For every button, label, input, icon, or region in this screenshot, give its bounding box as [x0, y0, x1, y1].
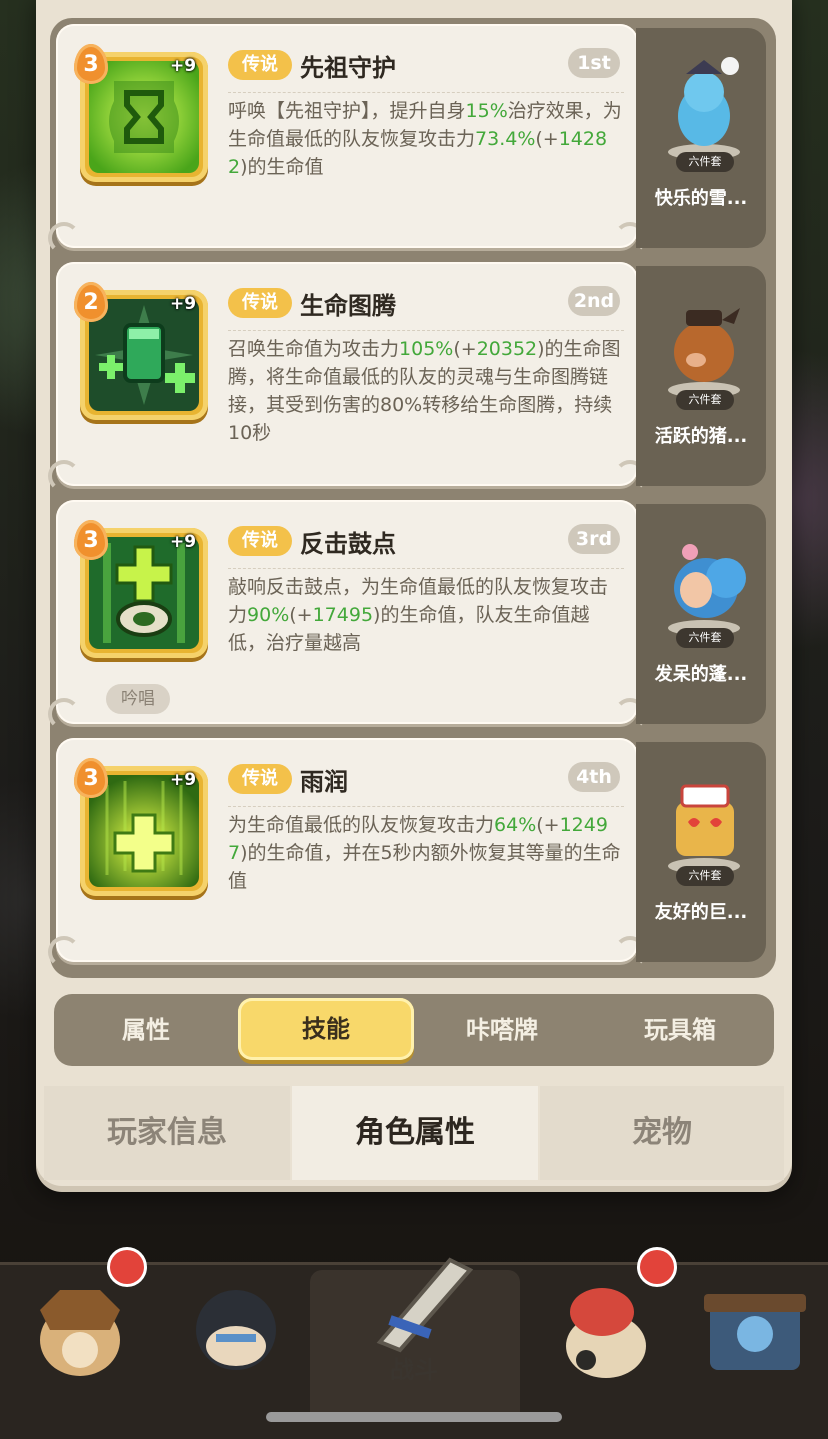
- star-rank-badge: 3: [74, 758, 108, 798]
- desc-highlight: 20352: [476, 338, 538, 360]
- enhance-level: +9: [170, 294, 197, 314]
- pet-name: 发呆的蓬...: [654, 664, 748, 685]
- skill-card[interactable]: 3 +9 传说 先祖守护 1st 呼唤【先祖守护】，提升自身15%治疗效果，为生…: [48, 24, 646, 254]
- skill-description: 为生命值最低的队友恢复攻击力64%(+12497)的生命值，并在5秒内额外恢复其…: [228, 806, 624, 895]
- rarity-tag: 传说: [228, 764, 292, 794]
- tab-pets[interactable]: 宠物: [540, 1086, 784, 1180]
- pet-slot[interactable]: 六件套 活跃的猪...: [636, 266, 766, 486]
- pet-name: 友好的巨...: [654, 902, 748, 923]
- rarity-tag: 传说: [228, 526, 292, 556]
- desc-text: (+: [289, 604, 313, 626]
- skill-card[interactable]: 3 +9 传说 雨润 4th 为生命值最低的队友恢复攻击力64%(+12497)…: [48, 738, 646, 968]
- skill-name: 生命图腾: [300, 292, 396, 320]
- tab-skills[interactable]: 技能: [238, 998, 414, 1060]
- skill-description: 呼唤【先祖守护】，提升自身15%治疗效果，为生命值最低的队友恢复攻击力73.4%…: [228, 92, 624, 181]
- chant-tag: 吟唱: [106, 684, 170, 714]
- nav-shop[interactable]: [690, 1270, 828, 1400]
- skill-description: 召唤生命值为攻击力105%(+20352)的生命图腾，将生命值最低的队友的灵魂与…: [228, 330, 624, 447]
- skill-card[interactable]: 2 +9 传说 生命图腾 2nd 召唤生命值为攻击力105%(+20352)的生…: [48, 262, 646, 492]
- skill-description: 敲响反击鼓点，为生命值最低的队友恢复攻击力90%(+17495)的生命值，队友生…: [228, 568, 624, 657]
- life-totem-icon: [89, 299, 199, 411]
- bell-icon: [110, 1250, 144, 1284]
- nav-character-2[interactable]: [176, 1270, 316, 1400]
- ancestor-guard-icon: [89, 61, 199, 173]
- desc-highlight: 90%: [247, 604, 290, 626]
- skill-card[interactable]: 3 +9 传说 反击鼓点 3rd 敲响反击鼓点，为生命值最低的队友恢复攻击力90…: [48, 500, 646, 730]
- tab-player-info[interactable]: 玩家信息: [44, 1086, 290, 1180]
- tab-cards[interactable]: 咔嗒牌: [414, 994, 590, 1066]
- star-rank-badge: 3: [74, 44, 108, 84]
- desc-highlight: 73.4%: [475, 128, 536, 150]
- tab-toybox[interactable]: 玩具箱: [592, 994, 768, 1066]
- tab-attributes[interactable]: 属性: [58, 994, 234, 1066]
- pet-slot[interactable]: 六件套 发呆的蓬...: [636, 504, 766, 724]
- pet-slot[interactable]: 六件套 快乐的雪...: [636, 28, 766, 248]
- shop-icon: [704, 1294, 806, 1370]
- set-badge: 六件套: [676, 866, 734, 886]
- desc-text: )的生命值，并在5秒内额外恢复其等量的生命值: [228, 842, 621, 892]
- enhance-level: +9: [170, 532, 197, 552]
- desc-text: 为生命值最低的队友恢复攻击力: [228, 814, 495, 836]
- bell-icon: [640, 1250, 674, 1284]
- desc-text: (+: [453, 338, 477, 360]
- set-badge: 六件套: [676, 390, 734, 410]
- giant-pet-figure: [668, 784, 740, 874]
- skill-order-badge: 3rd: [568, 524, 620, 554]
- enhance-level: +9: [170, 56, 197, 76]
- skill-order-badge: 2nd: [568, 286, 620, 316]
- desc-text: (+: [535, 128, 559, 150]
- star-rank-badge: 2: [74, 282, 108, 322]
- set-badge: 六件套: [676, 628, 734, 648]
- ninja-avatar-icon: [196, 1290, 276, 1370]
- desc-text: 呼唤【先祖守护】，提升自身: [228, 100, 466, 122]
- home-indicator[interactable]: [266, 1412, 562, 1422]
- enhance-level: +9: [170, 770, 197, 790]
- sub-tab-bar: 属性 技能 咔嗒牌 玩具箱: [54, 994, 774, 1066]
- pet-name: 快乐的雪...: [654, 188, 748, 209]
- ram-pet-figure: [668, 544, 746, 636]
- panel-tab-bar: 玩家信息 角色属性 宠物: [44, 1086, 784, 1180]
- desc-text: )的生命值: [240, 156, 324, 178]
- nav-character-3[interactable]: [546, 1270, 686, 1400]
- pet-name: 活跃的猪...: [654, 426, 748, 447]
- sword-icon: [376, 1257, 474, 1353]
- rain-heal-icon: [89, 775, 199, 887]
- skill-order-badge: 1st: [568, 48, 620, 78]
- desc-highlight: 64%: [494, 814, 537, 836]
- desc-text: (+: [536, 814, 560, 836]
- snow-pet-figure: [668, 57, 740, 160]
- nav-battle-slot[interactable]: [310, 1257, 520, 1420]
- tab-character-attributes[interactable]: 角色属性: [292, 1086, 538, 1180]
- skill-name: 反击鼓点: [300, 530, 396, 558]
- counter-drum-icon: [89, 537, 199, 649]
- desc-highlight: 105%: [399, 338, 454, 360]
- star-rank-badge: 3: [74, 520, 108, 560]
- dino-avatar-icon: [566, 1288, 646, 1378]
- desc-highlight: 15%: [465, 100, 508, 122]
- desc-text: 召唤生命值为攻击力: [228, 338, 400, 360]
- nav-character-1[interactable]: [20, 1270, 160, 1400]
- desc-highlight: 17495: [312, 604, 374, 626]
- boar-pet-figure: [668, 308, 740, 398]
- skill-name: 雨润: [300, 768, 348, 796]
- nav-battle-label: 战斗: [390, 1356, 438, 1384]
- rarity-tag: 传说: [228, 50, 292, 80]
- set-badge: 六件套: [676, 152, 734, 172]
- warrior-avatar-icon: [40, 1290, 120, 1376]
- skill-order-badge: 4th: [568, 762, 620, 792]
- pet-slot[interactable]: 六件套 友好的巨...: [636, 742, 766, 962]
- skill-name: 先祖守护: [300, 54, 396, 82]
- rarity-tag: 传说: [228, 288, 292, 318]
